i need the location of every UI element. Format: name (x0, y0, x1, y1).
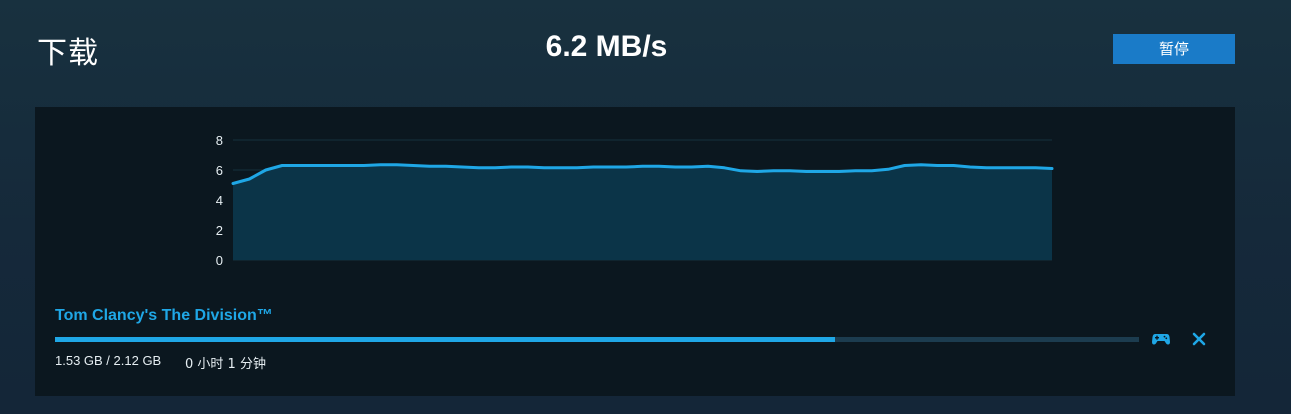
download-speed: 6.2 MB/s (545, 30, 668, 63)
speed-area (233, 164, 1052, 260)
y-tick-label: 0 (216, 253, 223, 268)
gamepad-icon[interactable] (1150, 330, 1172, 348)
download-size: 1.53 GB / 2.12 GB (55, 353, 162, 368)
time-remaining: 0 小时 1 分钟 (185, 357, 266, 372)
download-speed-chart: 8 6 4 2 0 (216, 133, 1054, 268)
y-tick-label: 8 (216, 133, 223, 148)
progress-fill (55, 337, 836, 342)
close-icon[interactable] (1188, 330, 1210, 348)
progress-bar (55, 337, 1139, 342)
download-panel: 8 6 4 2 0 Tom Clancy's The Division™ 1.53 GB… (35, 107, 1235, 396)
y-tick-label: 6 (216, 163, 223, 178)
game-title[interactable]: Tom Clancy's The Division™ (55, 307, 273, 325)
pause-button[interactable]: 暂停 (1113, 34, 1235, 64)
y-tick-label: 4 (216, 193, 223, 208)
y-tick-label: 2 (216, 223, 223, 238)
